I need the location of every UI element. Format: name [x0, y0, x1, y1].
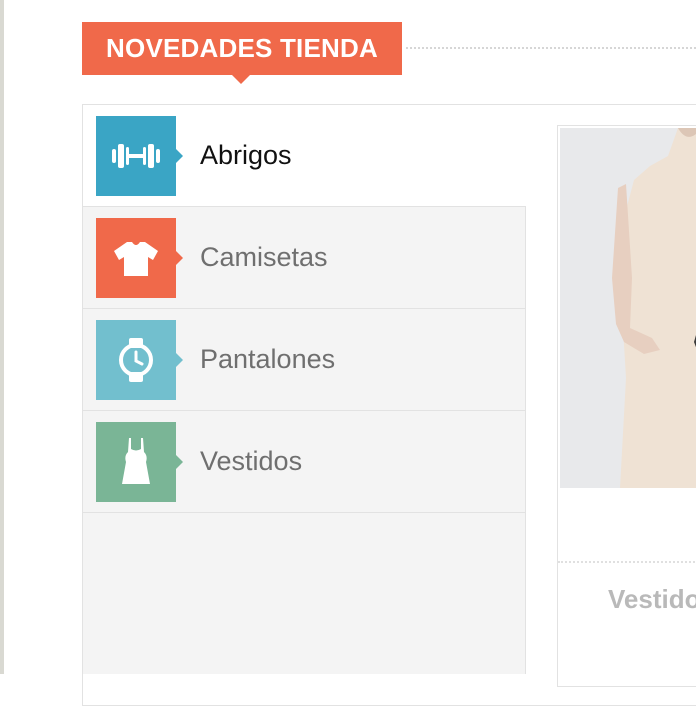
- category-tabs: Abrigos Camisetas Pantalones Vestidos: [83, 105, 526, 674]
- section-title: NOVEDADES TIENDA: [82, 22, 402, 75]
- tab-camisetas[interactable]: Camisetas: [83, 207, 525, 309]
- dumbbell-icon: [96, 116, 183, 196]
- tshirt-icon: [96, 218, 183, 298]
- tab-label: Vestidos: [200, 446, 303, 476]
- dress-icon: [96, 422, 183, 502]
- tab-abrigos[interactable]: Abrigos: [83, 105, 526, 207]
- title-divider: [406, 47, 696, 49]
- product-card[interactable]: Vestido: [557, 125, 696, 687]
- tab-label: Abrigos: [200, 140, 292, 170]
- product-name[interactable]: Vestido: [608, 584, 696, 615]
- tab-pantalones[interactable]: Pantalones: [83, 309, 525, 411]
- tab-vestidos[interactable]: Vestidos: [83, 411, 525, 513]
- card-divider: [558, 561, 696, 563]
- tab-label: Camisetas: [200, 242, 328, 272]
- section-title-pointer: [232, 75, 250, 84]
- page-edge: [0, 0, 4, 674]
- watch-icon: [96, 320, 183, 400]
- product-image[interactable]: [560, 128, 696, 488]
- tab-label: Pantalones: [200, 344, 336, 374]
